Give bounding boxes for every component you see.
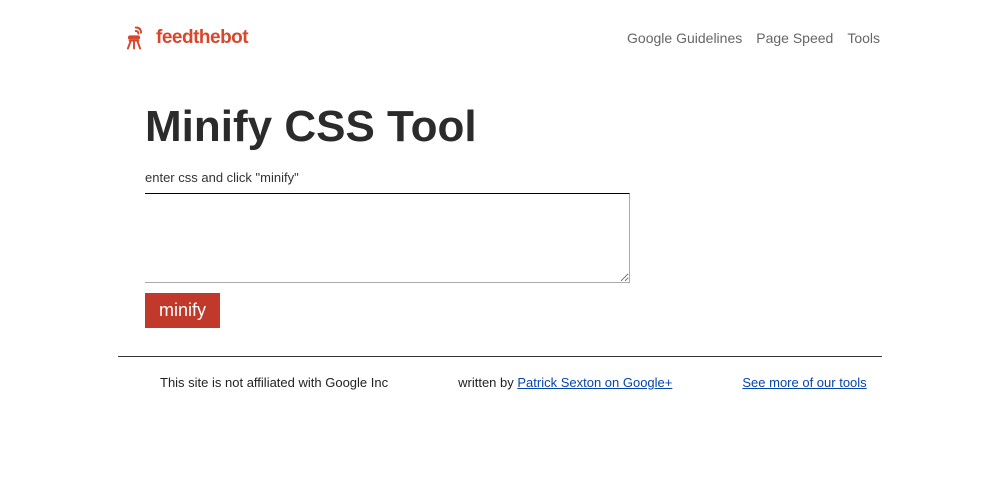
instruction-text: enter css and click "minify": [145, 170, 1000, 185]
written-by-label: written by: [458, 375, 517, 390]
disclaimer-text: This site is not affiliated with Google …: [160, 375, 388, 390]
author-link[interactable]: Patrick Sexton on Google+: [517, 375, 672, 390]
nav-google-guidelines[interactable]: Google Guidelines: [627, 30, 742, 46]
main-content: Minify CSS Tool enter css and click "min…: [0, 62, 1000, 328]
minify-button[interactable]: minify: [145, 293, 220, 328]
brand-name: feedthebot: [156, 27, 248, 49]
nav-page-speed[interactable]: Page Speed: [756, 30, 833, 46]
main-nav: Google Guidelines Page Speed Tools: [627, 30, 880, 46]
author-credit: written by Patrick Sexton on Google+: [458, 375, 672, 390]
feedthebot-icon: [120, 24, 148, 52]
logo[interactable]: feedthebot: [120, 24, 248, 52]
site-header: feedthebot Google Guidelines Page Speed …: [0, 0, 1000, 62]
nav-tools[interactable]: Tools: [847, 30, 880, 46]
site-footer: This site is not affiliated with Google …: [0, 357, 1000, 390]
css-input[interactable]: [145, 193, 630, 283]
more-tools-link[interactable]: See more of our tools: [742, 375, 866, 390]
page-title: Minify CSS Tool: [145, 102, 1000, 152]
